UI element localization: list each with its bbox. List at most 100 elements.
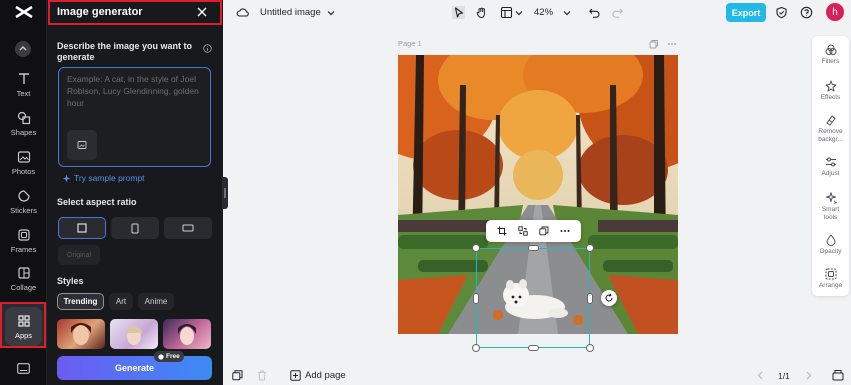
rail-item-collage[interactable]: Collage [0, 266, 47, 302]
rotate-icon [605, 293, 613, 302]
styles-label: Styles [57, 276, 84, 286]
chevron-down-icon[interactable] [515, 10, 523, 16]
tool-smart-tools[interactable]: Smart tools [812, 192, 849, 221]
rail-item-photos[interactable]: Photos [0, 150, 47, 186]
image-generator-panel: Image generator Describe the image you w… [47, 0, 223, 385]
portrait-thumbnail-image [178, 324, 196, 345]
delete-icon[interactable] [257, 370, 267, 381]
resize-handle-top[interactable] [528, 245, 539, 251]
style-thumbnail[interactable] [57, 319, 105, 349]
rail-item-text[interactable]: Text [0, 72, 47, 108]
generate-button[interactable]: Generate [57, 356, 212, 380]
keyboard-icon[interactable] [17, 363, 30, 374]
resize-handle-bottom[interactable] [528, 345, 539, 351]
more-options-icon[interactable] [667, 41, 677, 47]
rail-item-label: Photos [11, 167, 36, 176]
copy-page-icon[interactable] [232, 370, 243, 381]
style-thumbnail[interactable] [110, 319, 158, 349]
avatar[interactable]: h [826, 3, 844, 21]
style-thumbnail[interactable] [163, 319, 211, 349]
landscape-ratio-icon [182, 224, 194, 232]
grip-icon [224, 188, 226, 198]
photos-icon [17, 151, 30, 163]
resize-handle-bottom-right[interactable] [586, 344, 594, 352]
duplicate-icon[interactable] [539, 226, 549, 236]
resize-handle-top-left[interactable] [472, 244, 480, 252]
image-upload-icon [77, 141, 87, 149]
page-manager-icon[interactable] [832, 369, 844, 381]
tool-effects[interactable]: Effects [812, 80, 849, 102]
resize-handle-left[interactable] [473, 293, 479, 304]
rail-item-label: Text [16, 89, 31, 98]
more-options-icon[interactable] [560, 229, 570, 233]
try-sample-prompt-link[interactable]: Try sample prompt [62, 173, 145, 183]
redo-icon[interactable] [611, 6, 624, 19]
highlight-box-apps [0, 302, 46, 348]
rail-item-stickers[interactable]: Stickers [0, 189, 47, 225]
cloud-icon[interactable] [236, 6, 249, 19]
prompt-placeholder: Example: A cat, in the style of Joel Rob… [67, 74, 199, 108]
adjust-sliders-icon [825, 157, 836, 167]
describe-label: Describe the image you want to generate [57, 41, 193, 62]
style-tab-trending[interactable]: Trending [57, 293, 104, 310]
shield-icon[interactable] [775, 6, 788, 19]
portrait-thumbnail-image [125, 326, 143, 345]
coin-icon [158, 353, 164, 360]
rail-item-label: Stickers [10, 206, 37, 215]
portrait-ratio-icon [131, 223, 139, 233]
tool-adjust[interactable]: Adjust [812, 156, 849, 178]
tool-label: Effects [820, 94, 841, 101]
tool-remove-background[interactable]: Remove backgr... [812, 114, 849, 143]
tool-opacity[interactable]: Opacity [812, 234, 849, 256]
add-page-button[interactable]: Add page [290, 370, 346, 381]
replace-icon[interactable] [518, 226, 528, 236]
highlight-box-panel-title [48, 0, 222, 25]
layout-icon[interactable] [500, 6, 513, 19]
undo-icon[interactable] [588, 6, 601, 19]
zoom-level[interactable]: 42% [534, 7, 553, 18]
chevron-right-icon[interactable] [806, 371, 812, 380]
selection-box[interactable] [476, 248, 590, 348]
aspect-ratio-label: Select aspect ratio [57, 197, 137, 207]
document-title-dropdown[interactable]: Untitled image [260, 7, 335, 18]
rail-item-label: Frames [10, 245, 37, 254]
resize-handle-bottom-left[interactable] [472, 344, 480, 352]
aspect-ratio-portrait[interactable] [111, 217, 159, 239]
tool-label: Smart tools [821, 206, 840, 221]
rail-item-shapes[interactable]: Shapes [0, 111, 47, 147]
resize-handle-top-right[interactable] [586, 244, 594, 252]
style-tab-art[interactable]: Art [109, 293, 133, 310]
sparkle-icon [62, 174, 71, 182]
effects-icon [825, 80, 836, 92]
smart-tools-icon [825, 192, 837, 204]
rotate-handle[interactable] [601, 290, 617, 306]
tool-arrange[interactable]: Arrange [812, 268, 849, 290]
tool-filters[interactable]: Filters [812, 44, 849, 66]
document-title: Untitled image [260, 7, 321, 18]
select-pointer-icon[interactable] [452, 6, 465, 19]
style-tab-anime[interactable]: Anime [138, 293, 174, 310]
aspect-ratio-square[interactable] [58, 217, 106, 239]
help-icon[interactable] [800, 6, 813, 19]
tool-label: Adjust [821, 170, 840, 177]
prompt-textarea[interactable]: Example: A cat, in the style of Joel Rob… [58, 67, 211, 167]
stickers-icon [17, 190, 30, 202]
aspect-ratio-landscape[interactable] [164, 217, 212, 239]
free-badge: Free [154, 351, 184, 362]
duplicate-page-icon[interactable] [649, 39, 659, 49]
tool-label: Filters [821, 58, 840, 65]
resize-handle-right[interactable] [587, 293, 593, 304]
chevron-left-icon[interactable] [757, 371, 763, 380]
panel-resize-handle[interactable] [222, 177, 228, 209]
collapse-panel-button[interactable] [15, 41, 31, 57]
hand-pan-icon[interactable] [475, 6, 488, 19]
chevron-down-icon[interactable] [563, 10, 571, 16]
tool-label: Opacity [819, 248, 842, 255]
crop-icon[interactable] [497, 226, 507, 236]
export-button[interactable]: Export [726, 3, 766, 22]
rail-item-frames[interactable]: Frames [0, 228, 47, 264]
upload-reference-image-button[interactable] [67, 130, 97, 160]
tool-label: Remove backgr... [818, 128, 843, 143]
aspect-ratio-original[interactable]: Original [58, 245, 100, 265]
info-icon[interactable] [203, 44, 212, 53]
